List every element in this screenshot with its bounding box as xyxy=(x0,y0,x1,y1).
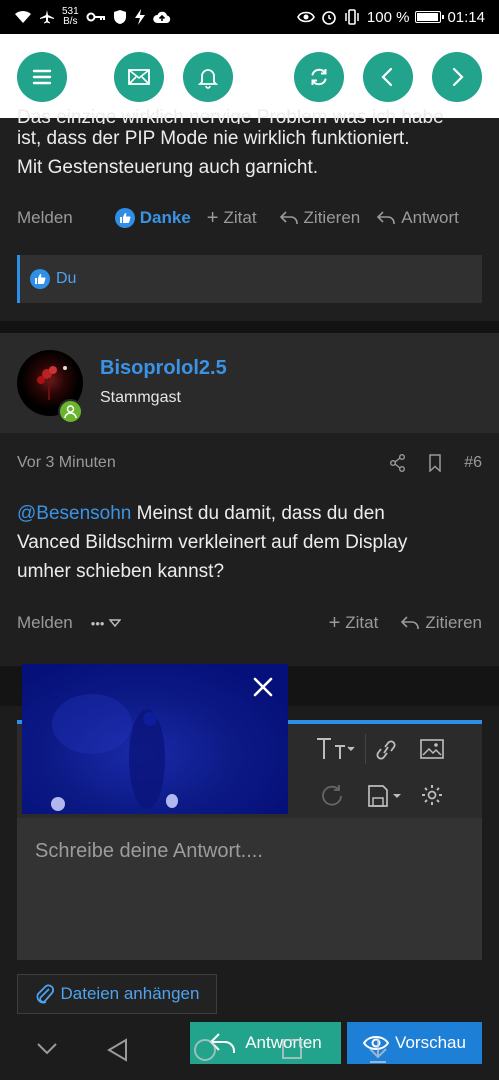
quote-button[interactable]: + Zitat xyxy=(329,612,379,635)
post-author-block: Bisoprolol2.5 Stammgast xyxy=(0,333,499,433)
chevron-right-icon xyxy=(452,67,464,87)
redo-icon[interactable] xyxy=(319,782,345,808)
clock: 01:14 xyxy=(447,8,485,26)
mail-icon xyxy=(128,69,150,85)
concert-video-frame xyxy=(51,694,178,811)
reactions-bar: Du xyxy=(17,255,482,303)
reply-arrow-icon xyxy=(377,211,396,224)
notifications-button[interactable] xyxy=(183,52,233,102)
plus-icon: + xyxy=(206,206,219,229)
menu-button[interactable] xyxy=(17,52,67,102)
messages-button[interactable] xyxy=(114,52,164,102)
battery-percent: 100 % xyxy=(366,8,410,26)
close-icon[interactable] xyxy=(252,676,274,698)
more-button[interactable]: ••• xyxy=(91,616,122,631)
report-link[interactable]: Melden xyxy=(17,208,73,228)
eye-icon xyxy=(363,1036,390,1050)
submit-reply-button[interactable]: Antworten xyxy=(190,1022,341,1064)
chevron-left-icon xyxy=(381,67,393,87)
chevron-down-icon xyxy=(109,619,122,628)
cite-button[interactable]: Zitieren xyxy=(279,208,360,228)
back-button[interactable] xyxy=(363,52,413,102)
bookmark-icon[interactable] xyxy=(428,454,442,472)
post-text: @Besensohn Meinst du damit, dass du den … xyxy=(17,503,408,582)
refresh-button[interactable] xyxy=(294,52,344,102)
report-link[interactable]: Melden xyxy=(17,613,73,633)
pip-video-window[interactable] xyxy=(22,664,288,814)
airplane-icon xyxy=(40,10,54,24)
bell-icon xyxy=(197,69,219,89)
post-meta: Vor 3 Minuten #6 xyxy=(0,433,499,493)
paperclip-icon xyxy=(36,984,54,1004)
vibrate-icon xyxy=(345,9,359,25)
reply-arrow-icon xyxy=(209,1033,236,1053)
attach-files-button[interactable]: Dateien anhängen xyxy=(17,974,217,1014)
cloud-upload-icon xyxy=(152,11,170,23)
key-icon xyxy=(86,12,105,22)
reply-arrow-icon xyxy=(279,211,298,224)
previous-post-actions: Melden Danke + Zitat Zitieren Antwort xyxy=(0,203,499,233)
image-icon[interactable] xyxy=(419,738,445,760)
share-icon[interactable] xyxy=(390,454,406,472)
reply-arrow-icon xyxy=(401,616,420,629)
shield-icon xyxy=(113,10,126,24)
link-icon[interactable] xyxy=(373,738,399,762)
previous-post-text: Das einzige wirklich nervige Problem was… xyxy=(17,107,444,178)
bolt-icon xyxy=(134,9,145,25)
post-separator xyxy=(0,321,499,333)
reply-button[interactable]: Antwort xyxy=(376,208,459,228)
author-rank: Stammgast xyxy=(100,389,181,406)
eye-icon xyxy=(297,11,315,23)
thanks-button[interactable]: Danke xyxy=(114,208,191,228)
text-size-icon[interactable] xyxy=(315,736,355,762)
author-name[interactable]: Bisoprolol2.5 xyxy=(100,357,227,380)
quote-button[interactable]: + Zitat xyxy=(207,207,257,230)
post-actions: Melden ••• + Zitat Zitieren xyxy=(0,608,499,638)
thumbs-up-icon xyxy=(114,208,135,228)
save-draft-icon[interactable] xyxy=(367,784,407,808)
forward-button[interactable] xyxy=(432,52,482,102)
mention-link[interactable]: @Besensohn xyxy=(17,503,131,524)
reaction-users[interactable]: Du xyxy=(56,270,76,288)
post-number[interactable]: #6 xyxy=(464,454,482,472)
online-status-icon xyxy=(58,399,83,424)
thumbs-up-icon xyxy=(30,269,50,289)
menu-icon xyxy=(32,69,52,85)
alarm-icon xyxy=(322,11,336,25)
preview-button[interactable]: Vorschau xyxy=(347,1022,482,1064)
reply-textarea[interactable]: Schreibe deine Antwort.... xyxy=(17,818,482,960)
net-speed: 531 B/s xyxy=(62,6,79,27)
plus-icon: + xyxy=(328,611,341,634)
battery-icon xyxy=(415,11,445,23)
post-time[interactable]: Vor 3 Minuten xyxy=(17,454,116,472)
gear-icon[interactable] xyxy=(420,783,444,807)
thread-content: Das einzige wirklich nervige Problem was… xyxy=(0,107,499,638)
cite-button[interactable]: Zitieren xyxy=(400,613,482,633)
wifi-icon xyxy=(15,10,31,23)
refresh-icon xyxy=(311,68,327,86)
status-bar: 531 B/s 100 % 01:14 xyxy=(0,0,499,34)
